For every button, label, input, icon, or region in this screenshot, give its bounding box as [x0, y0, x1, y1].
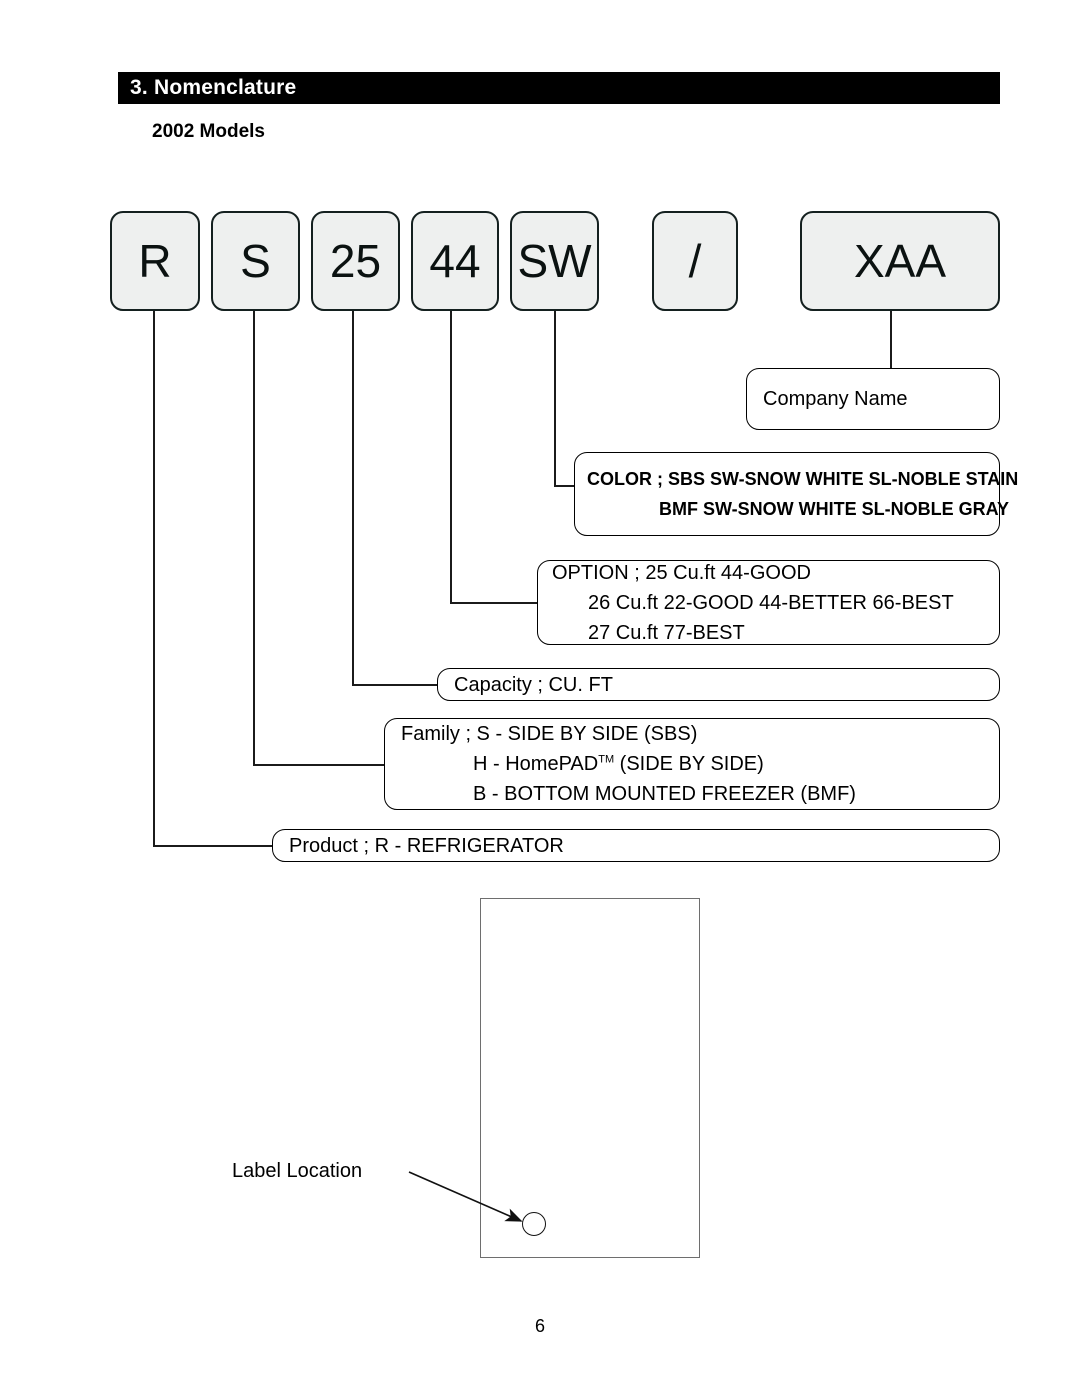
description-box-color: COLOR ; SBS SW-SNOW WHITE SL-NOBLE STAIN…: [574, 452, 1019, 536]
leader-line-product-vertical: [153, 311, 155, 846]
leader-line-family-horizontal: [253, 764, 384, 766]
option-line-2: 26 Cu.ft 22-GOOD 44-BETTER 66-BEST: [588, 591, 954, 614]
code-box-product[interactable]: R: [110, 211, 200, 311]
nomenclature-page: 3. Nomenclature 2002 Models R S 25 44 SW…: [0, 0, 1080, 1397]
description-box-company: Company Name: [746, 368, 1000, 430]
leader-line-family-vertical: [253, 311, 255, 765]
family-line-2-text: H - HomePAD: [473, 753, 599, 775]
trademark-symbol: TM: [598, 753, 615, 766]
company-line-1: Company Name: [763, 388, 908, 410]
leader-line-color-vertical: [554, 311, 556, 486]
description-box-family: Family ; S - SIDE BY SIDE (SBS) H - Home…: [384, 718, 1000, 810]
code-box-company[interactable]: XAA: [800, 211, 1000, 311]
description-box-option: OPTION ; 25 Cu.ft 44-GOOD 26 Cu.ft 22-GO…: [537, 560, 1000, 645]
leader-line-option-horizontal: [450, 602, 539, 604]
color-line-1: COLOR ; SBS SW-SNOW WHITE SL-NOBLE STAIN: [587, 469, 1019, 489]
option-line-3: 27 Cu.ft 77-BEST: [588, 621, 745, 644]
models-subtitle: 2002 Models: [152, 121, 265, 142]
product-line-1: Product ; R - REFRIGERATOR: [289, 834, 564, 857]
code-box-separator[interactable]: /: [652, 211, 738, 311]
label-location-arrow-icon: [408, 1171, 523, 1222]
page-number: 6: [534, 1316, 545, 1336]
family-line-3: B - BOTTOM MOUNTED FREEZER (BMF): [473, 783, 856, 805]
description-box-product: Product ; R - REFRIGERATOR: [272, 829, 1000, 862]
leader-line-color-horizontal: [554, 485, 576, 487]
leader-line-company: [890, 311, 892, 369]
capacity-line-1: Capacity ; CU. FT: [454, 673, 613, 696]
option-line-1: OPTION ; 25 Cu.ft 44-GOOD: [552, 561, 811, 584]
code-box-family[interactable]: S: [211, 211, 300, 311]
leader-line-option-vertical: [450, 311, 452, 604]
family-line-2: H - HomePADTM (SIDE BY SIDE): [473, 749, 999, 779]
code-box-capacity[interactable]: 25: [311, 211, 400, 311]
family-line-1: Family ; S - SIDE BY SIDE (SBS): [401, 723, 698, 745]
code-box-option[interactable]: 44: [411, 211, 499, 311]
leader-line-capacity-horizontal: [352, 684, 437, 686]
description-box-capacity: Capacity ; CU. FT: [437, 668, 1000, 701]
leader-line-product-horizontal: [153, 845, 273, 847]
label-location-text: Label Location: [232, 1160, 363, 1182]
section-title: 3. Nomenclature: [130, 76, 297, 99]
family-line-2-tail: (SIDE BY SIDE): [614, 753, 764, 775]
section-header-bar: 3. Nomenclature: [118, 72, 1000, 104]
leader-line-capacity-vertical: [352, 311, 354, 685]
code-box-color[interactable]: SW: [510, 211, 599, 311]
color-line-2: BMF SW-SNOW WHITE SL-NOBLE GRAY: [659, 499, 1009, 519]
